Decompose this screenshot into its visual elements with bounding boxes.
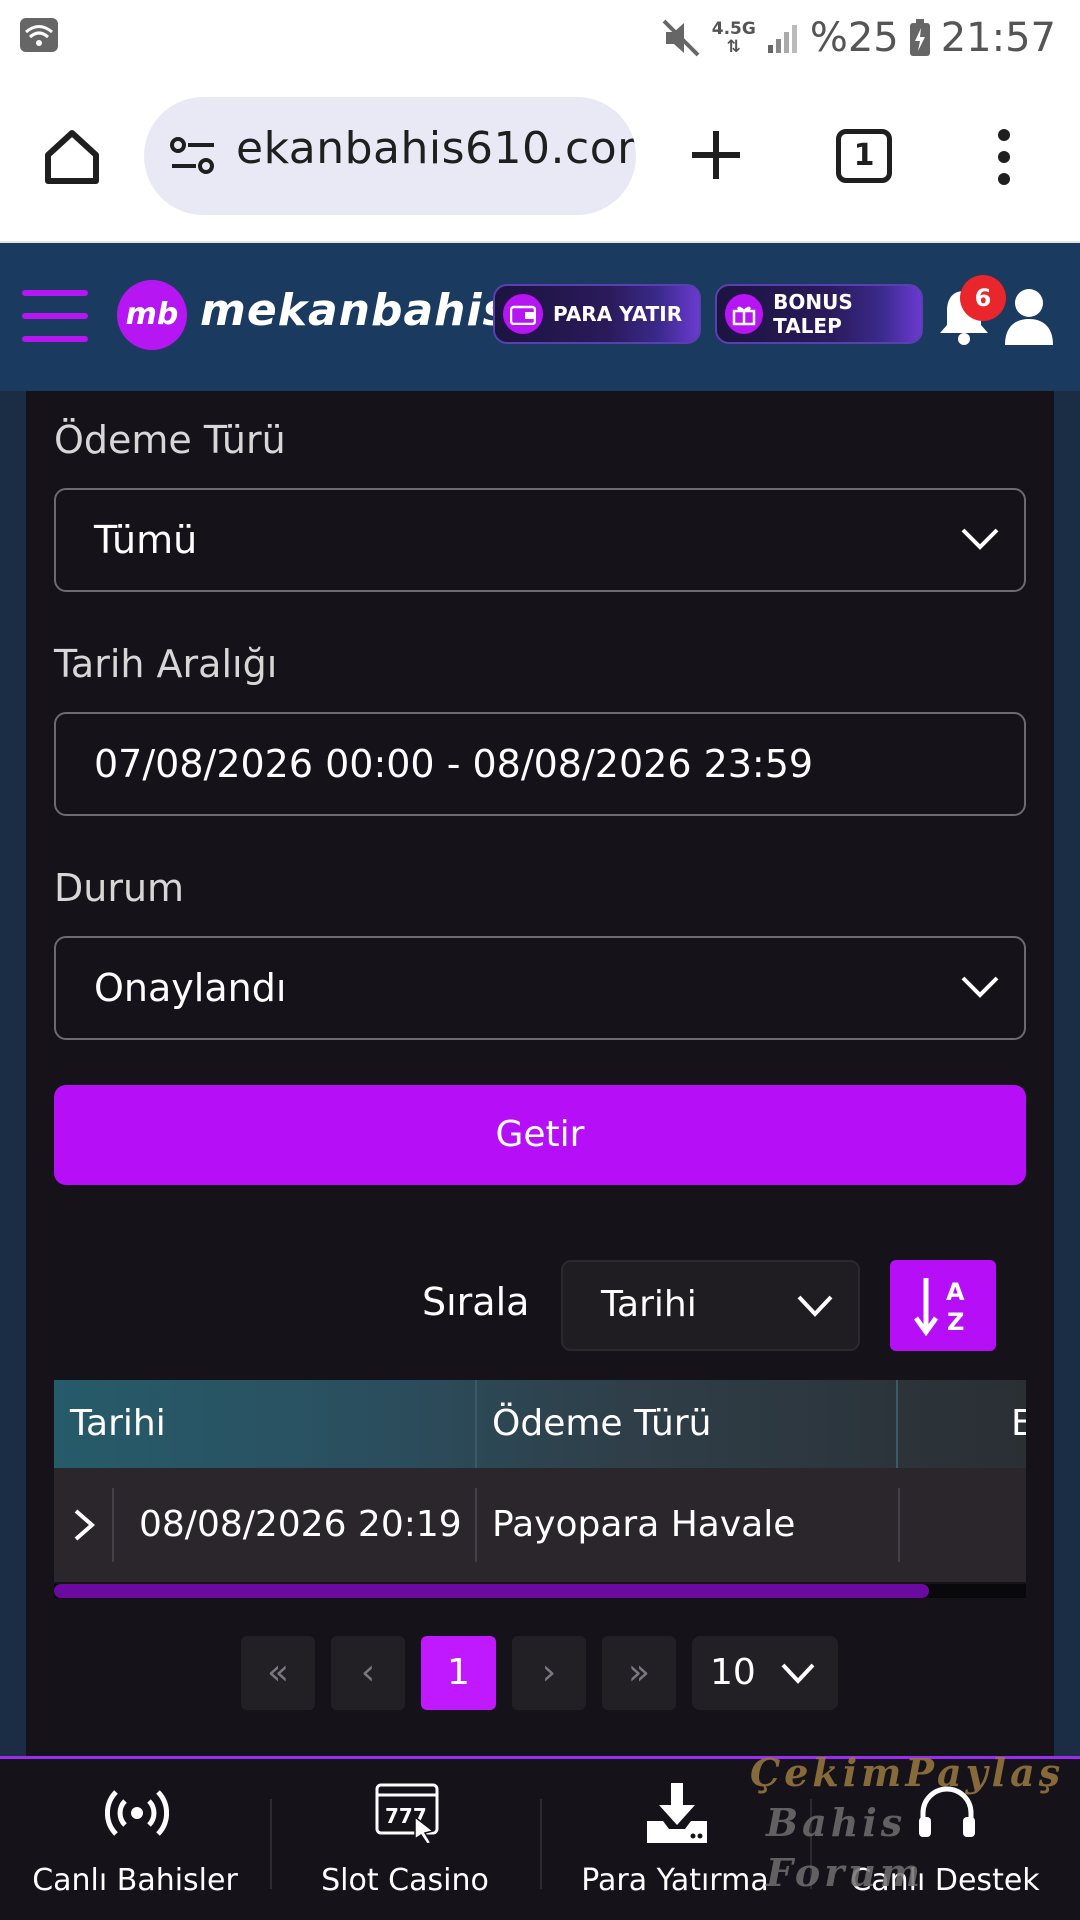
next-page-button[interactable]: › — [512, 1636, 586, 1710]
scrollbar-thumb[interactable] — [54, 1584, 929, 1598]
page-size-value: 10 — [710, 1652, 756, 1693]
wifi-icon — [20, 18, 58, 52]
nav-live-bets-label: Canlı Bahisler — [32, 1863, 238, 1898]
prev-page-button[interactable]: ‹ — [331, 1636, 405, 1710]
date-range-value: 07/08/2026 00:00 - 08/08/2026 23:59 — [94, 742, 814, 786]
sort-field-value: Tarihi — [601, 1284, 697, 1325]
payment-type-label: Ödeme Türü — [54, 418, 286, 462]
site-settings-icon[interactable] — [168, 135, 218, 177]
battery-percent: %25 — [809, 15, 899, 61]
hamburger-menu-icon[interactable] — [22, 290, 88, 342]
sort-field-select[interactable]: Tarihi — [561, 1260, 860, 1351]
battery-charging-icon — [909, 19, 930, 56]
chevron-down-icon — [961, 976, 999, 998]
sort-label: Sırala — [422, 1280, 530, 1324]
bonus-talep-label: BONUS TALEP — [773, 290, 853, 338]
network-type: 4.5G ⇅ — [711, 19, 756, 57]
live-broadcast-icon — [105, 1790, 169, 1836]
submit-button[interactable]: Getir — [54, 1085, 1026, 1185]
chevron-down-icon — [797, 1295, 833, 1317]
column-header-date[interactable]: Tarihi — [70, 1380, 166, 1468]
date-range-label: Tarih Aralığı — [54, 642, 278, 686]
user-account-icon[interactable] — [1003, 287, 1055, 345]
first-page-button[interactable]: « — [241, 1636, 315, 1710]
page-size-select[interactable]: 10 — [692, 1636, 838, 1710]
browser-toolbar: ekanbahis610.com 1 — [0, 75, 1080, 243]
notification-count-badge: 6 — [960, 275, 1006, 321]
tab-switcher-button[interactable]: 1 — [836, 129, 892, 183]
current-page-button[interactable]: 1 — [421, 1636, 496, 1710]
nav-slot-casino-label: Slot Casino — [321, 1863, 489, 1898]
site-header: mb mekanbahis PARA YATIR BONUS TALEP — [0, 243, 1080, 391]
row-date: 08/08/2026 20:19 — [139, 1504, 462, 1545]
clock: 21:57 — [940, 15, 1056, 61]
column-header-next[interactable]: E — [1011, 1380, 1026, 1468]
payment-type-select[interactable]: Tümü — [54, 488, 1026, 592]
home-icon[interactable] — [40, 125, 104, 189]
nav-slot-casino[interactable]: 777 Slot Casino — [270, 1759, 540, 1920]
gift-icon — [723, 292, 766, 336]
bonus-talep-button[interactable]: BONUS TALEP — [715, 284, 923, 344]
payment-type-value: Tümü — [94, 518, 198, 562]
para-yatir-button[interactable]: PARA YATIR — [493, 284, 701, 344]
slot-machine-icon: 777 — [375, 1783, 439, 1845]
para-yatir-label: PARA YATIR — [553, 302, 683, 326]
chevron-right-icon[interactable] — [70, 1508, 98, 1542]
table-row[interactable]: 08/08/2026 20:19 Payopara Havale — [54, 1468, 1026, 1582]
nav-live-bets[interactable]: Canlı Bahisler — [0, 1759, 270, 1920]
signal-icon — [767, 25, 797, 53]
chevron-down-icon — [961, 528, 999, 550]
status-select[interactable]: Onaylandı — [54, 936, 1026, 1040]
address-bar[interactable]: ekanbahis610.com — [144, 97, 636, 215]
watermark-line-2: Bahis Forum — [766, 1800, 925, 1895]
logo-mark[interactable]: mb — [117, 280, 187, 350]
more-options-icon[interactable] — [992, 127, 1016, 187]
logo-text[interactable]: mekanbahis — [200, 285, 510, 336]
transactions-table: Tarihi Ödeme Türü E 08/08/2026 20:19 Pay… — [54, 1380, 1026, 1582]
sort-az-icon: A Z — [913, 1278, 965, 1337]
svg-text:A: A — [946, 1278, 965, 1306]
url-text: ekanbahis610.com — [236, 123, 636, 174]
date-range-input[interactable]: 07/08/2026 00:00 - 08/08/2026 23:59 — [54, 712, 1026, 816]
status-bar: 4.5G ⇅ %25 21:57 — [0, 0, 1080, 75]
forum-watermark: ÇekimPaylaş Bahis Forum — [750, 1748, 1080, 1895]
chevron-down-icon — [781, 1663, 815, 1684]
watermark-line-1: ÇekimPaylaş — [750, 1750, 1065, 1795]
new-tab-icon[interactable] — [686, 125, 746, 185]
mute-icon — [662, 19, 700, 57]
download-icon — [647, 1783, 707, 1843]
table-header: Tarihi Ödeme Türü E — [54, 1380, 1026, 1468]
status-label: Durum — [54, 866, 185, 910]
column-header-payment-type[interactable]: Ödeme Türü — [492, 1380, 711, 1468]
status-value: Onaylandı — [94, 966, 287, 1010]
table-horizontal-scrollbar[interactable] — [54, 1584, 1026, 1598]
last-page-button[interactable]: » — [602, 1636, 676, 1710]
wallet-icon — [501, 292, 545, 336]
svg-text:Z: Z — [947, 1308, 964, 1336]
sort-direction-button[interactable]: A Z — [890, 1260, 996, 1351]
row-payment-type: Payopara Havale — [492, 1504, 796, 1545]
